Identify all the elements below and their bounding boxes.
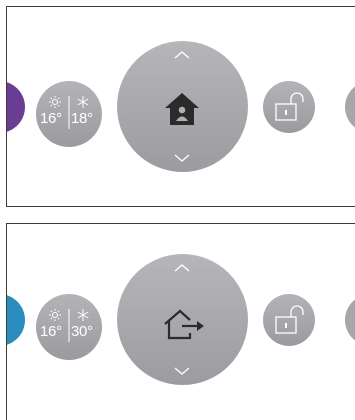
mode-panel-away: 16° 30° [6,223,355,420]
next-item-button[interactable] [345,294,355,346]
chevron-down-icon[interactable] [174,154,190,162]
cool-setpoint: 18° [71,110,93,127]
mode-carousel: 16° 18° [7,41,355,172]
heat-setpoint: 16° [40,323,62,340]
previous-item-button[interactable] [7,294,25,346]
chevron-up-icon[interactable] [174,51,190,59]
unlocked-padlock-icon [275,92,304,121]
next-item-button[interactable] [345,81,355,133]
home-person-icon [165,93,199,125]
mode-selector-dial[interactable] [117,41,248,172]
snowflake-icon [77,309,89,321]
sun-icon [49,309,61,321]
chevron-up-icon[interactable] [174,264,190,272]
cool-setpoint: 30° [71,323,93,340]
unlocked-padlock-icon [275,305,304,334]
mode-panel-home: 16° 18° [6,6,355,207]
thermostat-button[interactable]: 16° 18° [36,81,102,147]
chevron-down-icon[interactable] [174,367,190,375]
sun-icon [49,96,61,108]
mode-dial-graphics [165,51,199,162]
heat-setpoint: 16° [40,110,62,127]
leave-home-icon [164,309,204,340]
mode-dial-graphics [164,264,204,375]
previous-item-button[interactable] [7,81,25,133]
lock-button[interactable] [263,294,315,346]
lock-button[interactable] [263,81,315,133]
mode-selector-dial[interactable] [117,254,248,385]
snowflake-icon [77,96,89,108]
mode-carousel: 16° 30° [7,254,355,385]
thermostat-button[interactable]: 16° 30° [36,294,102,360]
